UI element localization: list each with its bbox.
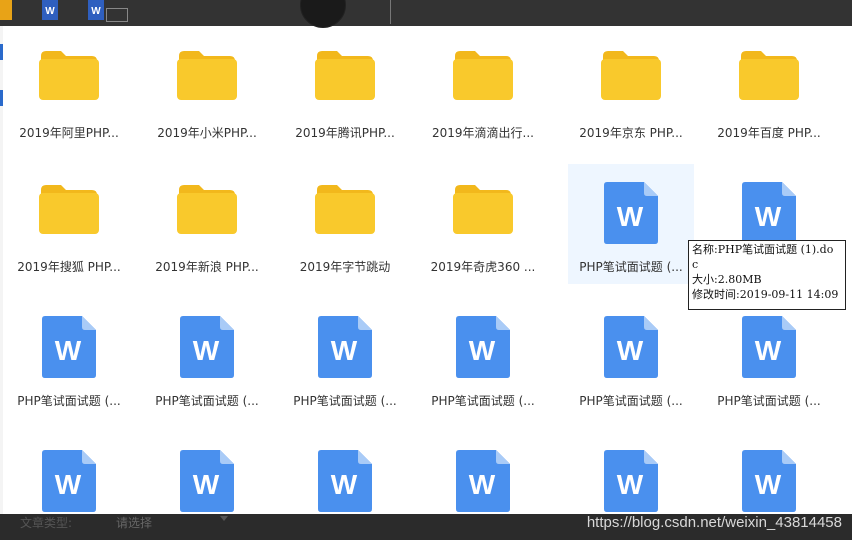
svg-text:W: W [617, 201, 644, 232]
folder-item[interactable]: 2019年新浪 PHP... [144, 164, 270, 284]
folder-item[interactable]: 2019年京东 PHP... [568, 30, 694, 150]
watermark: https://blog.csdn.net/weixin_43814458 [586, 514, 842, 531]
file-item[interactable]: W PHP笔试面试题 (... [144, 298, 270, 418]
file-label: 2019年字节跳动 [299, 260, 391, 274]
svg-text:W: W [469, 335, 496, 366]
folder-item[interactable]: 2019年百度 PHP... [706, 30, 832, 150]
article-type-label: 文章类型: [20, 516, 73, 530]
word-doc-icon: W [420, 450, 546, 520]
folder-item[interactable]: 2019年搜狐 PHP... [6, 164, 132, 284]
file-item[interactable]: W PHP笔试面试题 (... [420, 298, 546, 418]
svg-text:W: W [617, 469, 644, 500]
folder-item[interactable]: 2019年腾讯PHP... [282, 30, 408, 150]
file-label: PHP笔试面试题 (... [717, 394, 821, 408]
folder-item[interactable]: 2019年字节跳动 [282, 164, 408, 284]
svg-text:W: W [617, 335, 644, 366]
word-doc-icon: W [144, 450, 270, 520]
folder-icon [420, 50, 546, 120]
word-doc-icon: W [282, 316, 408, 386]
svg-text:W: W [55, 469, 82, 500]
file-label: PHP笔试面试题 (... [579, 260, 683, 274]
tooltip-modified: 修改时间:2019-09-11 14:09 [692, 288, 839, 301]
file-info-tooltip: 名称:PHP笔试面试题 (1).do c 大小:2.80MB 修改时间:2019… [688, 240, 846, 310]
chevron-down-icon[interactable] [220, 516, 228, 521]
folder-item[interactable]: 2019年滴滴出行... [420, 30, 546, 150]
file-item[interactable]: W PHP笔试面试题 (... [568, 298, 694, 418]
file-label: 2019年滴滴出行... [432, 126, 534, 140]
folder-icon [144, 50, 270, 120]
folder-icon [6, 50, 132, 120]
word-doc-icon: W [420, 316, 546, 386]
word-doc-icon: W [144, 316, 270, 386]
file-label: 2019年百度 PHP... [717, 126, 821, 140]
file-label: 2019年小米PHP... [157, 126, 257, 140]
svg-text:W: W [55, 335, 82, 366]
folder-icon [144, 184, 270, 254]
file-label: PHP笔试面试题 (... [17, 394, 121, 408]
file-item[interactable]: W PHP笔试面试题 (... [568, 164, 694, 284]
folder-item[interactable]: 2019年阿里PHP... [6, 30, 132, 150]
file-label: PHP笔试面试题 (... [155, 394, 259, 408]
file-label: 2019年阿里PHP... [19, 126, 119, 140]
file-label: 2019年新浪 PHP... [155, 260, 259, 274]
file-item[interactable]: W PHP笔试面试题 (... [706, 298, 832, 418]
tooltip-name: 名称:PHP笔试面试题 (1).do [692, 243, 834, 256]
folder-icon [282, 50, 408, 120]
tooltip-size: 大小:2.80MB [692, 273, 762, 286]
folder-icon [706, 50, 832, 120]
word-doc-icon: W [706, 450, 832, 520]
word-doc-icon: W [568, 182, 694, 252]
svg-text:W: W [193, 335, 220, 366]
file-item[interactable]: W PHP笔试面试题 (... [282, 298, 408, 418]
file-label: PHP笔试面试题 (... [579, 394, 683, 408]
word-doc-icon: W [568, 450, 694, 520]
word-doc-icon: W [282, 450, 408, 520]
file-label: 2019年腾讯PHP... [295, 126, 395, 140]
file-label: 2019年京东 PHP... [579, 126, 683, 140]
folder-icon [6, 184, 132, 254]
article-type-select[interactable]: 请选择 [116, 514, 152, 531]
svg-text:W: W [331, 469, 358, 500]
file-item[interactable]: W PHP笔试面试题 (... [6, 298, 132, 418]
svg-text:W: W [755, 201, 782, 232]
word-doc-icon: W [6, 316, 132, 386]
file-label: 2019年搜狐 PHP... [17, 260, 121, 274]
svg-text:W: W [755, 469, 782, 500]
svg-text:W: W [755, 335, 782, 366]
folder-icon [282, 184, 408, 254]
svg-text:W: W [331, 335, 358, 366]
word-doc-icon: W [706, 316, 832, 386]
file-label: PHP笔试面试题 (... [293, 394, 397, 408]
file-label: 2019年奇虎360 ... [430, 260, 536, 274]
folder-icon [420, 184, 546, 254]
word-doc-icon: W [568, 316, 694, 386]
svg-text:W: W [469, 469, 496, 500]
tooltip-name-wrap: c [692, 258, 699, 271]
file-label: PHP笔试面试题 (... [431, 394, 535, 408]
folder-item[interactable]: 2019年小米PHP... [144, 30, 270, 150]
bottom-bar: 文章类型: 请选择 https://blog.csdn.net/weixin_4… [0, 514, 852, 540]
folder-icon [568, 50, 694, 120]
word-doc-icon: W [6, 450, 132, 520]
folder-item[interactable]: 2019年奇虎360 ... [420, 164, 546, 284]
svg-text:W: W [193, 469, 220, 500]
